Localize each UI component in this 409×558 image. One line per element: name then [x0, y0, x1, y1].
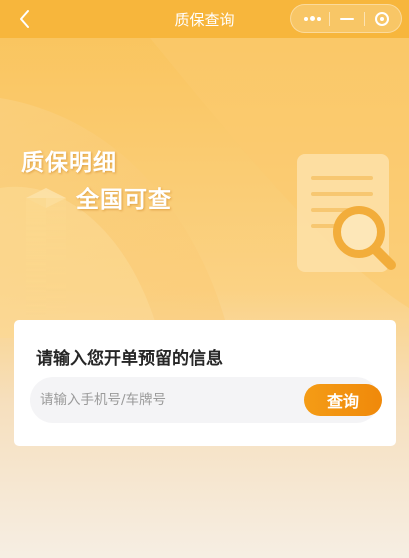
more-button[interactable]	[293, 5, 331, 32]
decorative-pillar	[26, 188, 66, 318]
banner-illustration	[0, 38, 409, 338]
query-button[interactable]: 查询	[304, 384, 382, 416]
banner-headline-1: 质保明细	[21, 150, 117, 176]
search-bar: 查询	[30, 377, 382, 423]
minimize-icon	[340, 17, 354, 20]
search-card: 请输入您开单预留的信息 查询	[14, 320, 396, 446]
close-button[interactable]	[363, 5, 401, 32]
document-magnifier-icon	[297, 154, 396, 272]
close-target-icon	[375, 11, 389, 26]
navigation-bar: 质保查询	[0, 0, 409, 38]
minimize-button[interactable]	[328, 5, 366, 32]
search-card-title: 请输入您开单预留的信息	[36, 349, 223, 369]
banner-headline-2: 全国可查	[76, 187, 172, 213]
more-dots-icon	[303, 16, 321, 21]
mini-program-capsule	[290, 4, 402, 33]
phone-plate-input[interactable]	[40, 385, 280, 415]
